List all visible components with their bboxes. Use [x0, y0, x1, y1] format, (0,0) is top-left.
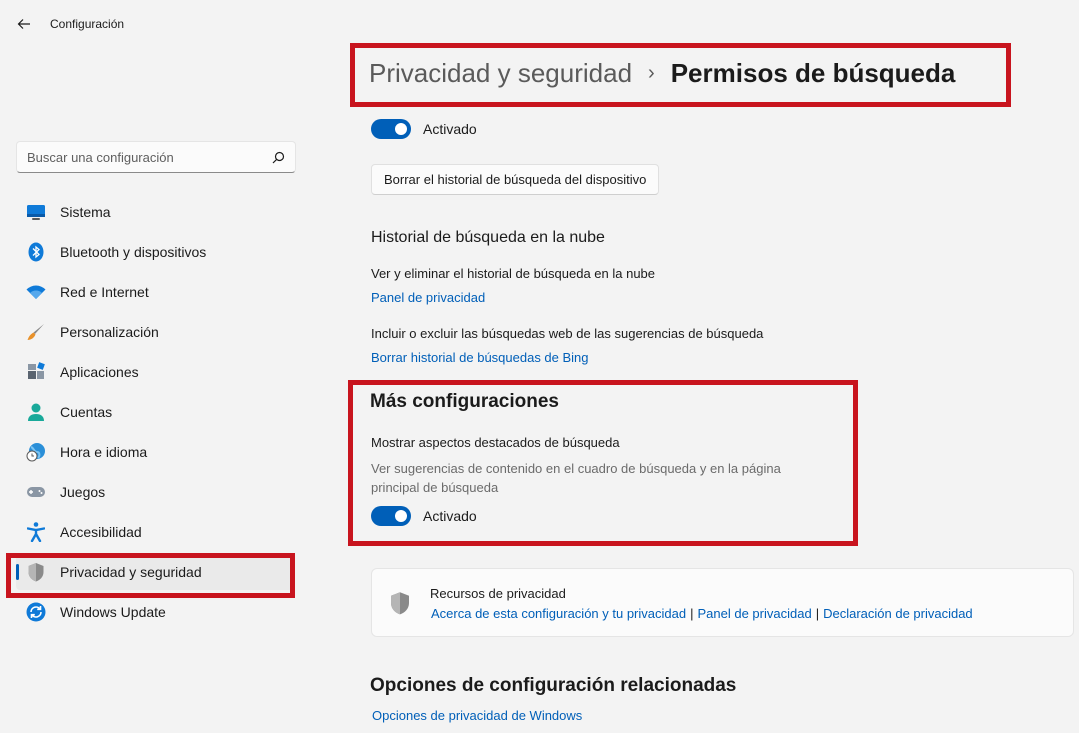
- back-button[interactable]: [10, 12, 38, 36]
- sidebar-item-personalizacion[interactable]: Personalización: [16, 314, 294, 350]
- breadcrumb-parent[interactable]: Privacidad y seguridad: [369, 58, 632, 89]
- update-icon: [26, 602, 46, 622]
- privacy-dashboard-link[interactable]: Panel de privacidad: [697, 606, 811, 621]
- search-highlights-toggle[interactable]: [371, 506, 411, 526]
- app-title: Configuración: [50, 17, 125, 31]
- more-settings-title: Más configuraciones: [370, 391, 559, 412]
- sidebar-nav: Sistema Bluetooth y dispositivos Red e I…: [16, 194, 294, 634]
- wifi-icon: [26, 282, 46, 302]
- toggle-state-label: Activado: [423, 508, 477, 524]
- cloud-history-title: Historial de búsqueda en la nube: [371, 229, 605, 246]
- link-separator: |: [690, 606, 694, 621]
- search-icon[interactable]: [272, 151, 285, 164]
- person-icon: [26, 402, 46, 422]
- sidebar-item-accesibilidad[interactable]: Accesibilidad: [16, 514, 294, 550]
- sidebar-item-red[interactable]: Red e Internet: [16, 274, 294, 310]
- chevron-right-icon: ›: [648, 62, 655, 84]
- shield-icon: [389, 591, 411, 620]
- sidebar-item-label: Personalización: [60, 324, 159, 340]
- sidebar-item-label: Aplicaciones: [60, 364, 139, 380]
- privacy-statement-link[interactable]: Declaración de privacidad: [823, 606, 973, 621]
- bluetooth-icon: [26, 242, 46, 262]
- search-highlights-description-line1: Ver sugerencias de contenido en el cuadr…: [371, 461, 781, 476]
- cloud-history-include-text: Incluir o excluir las búsquedas web de l…: [371, 326, 764, 341]
- sidebar-item-cuentas[interactable]: Cuentas: [16, 394, 294, 430]
- shield-icon: [26, 562, 46, 582]
- sidebar-item-juegos[interactable]: Juegos: [16, 474, 294, 510]
- sidebar-item-label: Juegos: [60, 484, 106, 500]
- privacy-dashboard-link[interactable]: Panel de privacidad: [371, 290, 485, 305]
- sidebar-item-label: Windows Update: [60, 604, 166, 620]
- cloud-history-view-text: Ver y eliminar el historial de búsqueda …: [371, 266, 656, 281]
- sidebar-item-label: Cuentas: [60, 404, 113, 420]
- search-highlights-description-line2: principal de búsqueda: [371, 480, 499, 495]
- globe-clock-icon: [26, 442, 46, 462]
- search-input[interactable]: [27, 149, 272, 165]
- sidebar-item-label: Red e Internet: [60, 284, 149, 300]
- related-settings-title: Opciones de configuración relacionadas: [370, 675, 737, 696]
- clear-device-history-button[interactable]: Borrar el historial de búsqueda del disp…: [371, 164, 660, 195]
- about-privacy-link[interactable]: Acerca de esta configuración y tu privac…: [431, 606, 686, 621]
- sidebar-item-label: Sistema: [60, 204, 111, 220]
- sidebar-item-privacidad[interactable]: Privacidad y seguridad: [16, 554, 294, 590]
- apps-icon: [26, 362, 46, 382]
- search-highlights-toggle-row: Activado: [371, 506, 477, 526]
- search-box[interactable]: [16, 141, 296, 173]
- privacy-resources-title: Recursos de privacidad: [430, 586, 566, 601]
- windows-privacy-options-link[interactable]: Opciones de privacidad de Windows: [372, 708, 582, 723]
- sidebar-item-sistema[interactable]: Sistema: [16, 194, 294, 230]
- sidebar-item-label: Accesibilidad: [60, 524, 142, 540]
- search-highlights-description: Ver sugerencias de contenido en el cuadr…: [371, 459, 841, 497]
- breadcrumb: Privacidad y seguridad › Permisos de bús…: [369, 58, 955, 89]
- accessibility-icon: [26, 522, 46, 542]
- monitor-icon: [26, 202, 46, 222]
- sidebar-item-hora[interactable]: Hora e idioma: [16, 434, 294, 470]
- paintbrush-icon: [26, 322, 46, 342]
- link-separator: |: [815, 606, 820, 621]
- toggle-state-label: Activado: [423, 121, 477, 137]
- privacy-resources-card: Recursos de privacidad Acerca de esta co…: [371, 568, 1074, 637]
- gamepad-icon: [26, 482, 46, 502]
- sidebar-item-bluetooth[interactable]: Bluetooth y dispositivos: [16, 234, 294, 270]
- search-history-toggle[interactable]: [371, 119, 411, 139]
- clear-bing-history-link[interactable]: Borrar historial de búsquedas de Bing: [371, 350, 589, 365]
- sidebar-item-aplicaciones[interactable]: Aplicaciones: [16, 354, 294, 390]
- search-highlights-title: Mostrar aspectos destacados de búsqueda: [371, 435, 620, 450]
- privacy-resources-links: Acerca de esta configuración y tu privac…: [431, 606, 973, 621]
- back-arrow-icon: [17, 19, 30, 29]
- sidebar-item-label: Privacidad y seguridad: [60, 564, 202, 580]
- sidebar-item-windows-update[interactable]: Windows Update: [16, 594, 294, 630]
- search-history-toggle-row: Activado: [371, 119, 477, 139]
- page-title: Permisos de búsqueda: [670, 58, 956, 88]
- sidebar-item-label: Bluetooth y dispositivos: [60, 244, 207, 260]
- sidebar-item-label: Hora e idioma: [60, 444, 148, 460]
